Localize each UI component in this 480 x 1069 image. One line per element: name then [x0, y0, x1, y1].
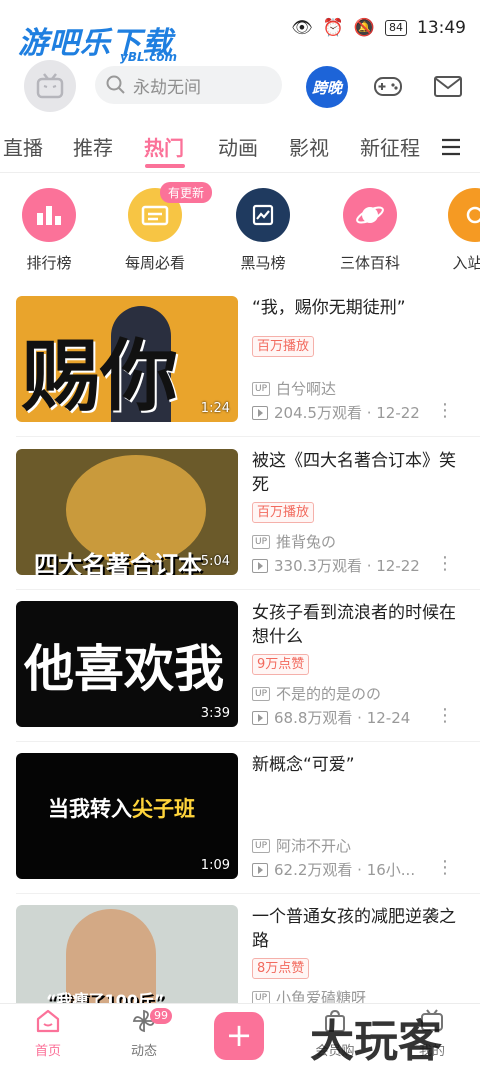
video-duration: 1:24: [200, 401, 230, 416]
shortcut-row: 排行榜 每周必看 有更新 黑马榜 三体百科 入站必: [0, 180, 480, 280]
update-badge: 有更新: [160, 182, 213, 203]
video-thumbnail[interactable]: 赐你 1:24: [16, 296, 238, 422]
video-tag: 8万点赞: [252, 958, 310, 979]
corner-watermark: 大玩客: [310, 1016, 442, 1067]
view-count: 62.2万观看 · 16小...: [252, 859, 415, 880]
divider: [16, 893, 480, 894]
eye-icon: 👁: [291, 18, 313, 38]
mail-icon[interactable]: [432, 70, 464, 102]
play-count-icon: [252, 862, 268, 877]
tab-live[interactable]: 直播: [3, 132, 43, 161]
play-count-icon: [252, 405, 268, 420]
more-options-icon[interactable]: ⋮: [436, 857, 454, 878]
active-tab-indicator: [145, 164, 185, 168]
video-tag: 百万播放: [252, 502, 315, 523]
alarm-icon: ⏰: [322, 18, 344, 38]
video-thumbnail[interactable]: 他喜欢我 3:39: [16, 601, 238, 727]
dark-horse-icon: [236, 188, 290, 242]
clock: 13:49: [417, 18, 466, 38]
menu-icon[interactable]: [440, 136, 462, 158]
nav-home[interactable]: 首页: [13, 1008, 83, 1059]
more-options-icon[interactable]: ⋮: [436, 553, 454, 574]
video-title[interactable]: 新概念“可爱”: [252, 753, 464, 777]
video-thumbnail[interactable]: 四大名著合订本 5:04: [16, 449, 238, 575]
tab-hot[interactable]: 热门: [144, 132, 184, 161]
dynamic-badge: 99: [150, 1008, 172, 1024]
divider: [16, 741, 480, 742]
video-title[interactable]: 女孩子看到流浪者的时候在想什么: [252, 601, 464, 649]
uploader[interactable]: UP 阿沛不开心: [252, 835, 351, 856]
up-icon: UP: [252, 686, 271, 701]
uploader[interactable]: UP 白兮啊达: [252, 378, 336, 399]
tv-mascot-icon: [36, 73, 64, 99]
shortcut-dark-horse[interactable]: 黑马榜: [218, 188, 308, 273]
video-duration: 1:09: [200, 858, 230, 873]
mute-icon: 🔕: [353, 18, 375, 38]
video-title[interactable]: 一个普通女孩的减肥逆袭之路: [252, 905, 464, 953]
planet-icon: [343, 188, 397, 242]
play-count-icon: [252, 558, 268, 573]
play-count-icon: [252, 710, 268, 725]
shortcut-ranking[interactable]: 排行榜: [4, 188, 94, 273]
video-title[interactable]: “我，赐你无期徒刑”: [252, 296, 464, 320]
home-icon: [36, 1009, 60, 1033]
video-card[interactable]: 他喜欢我 3:39 女孩子看到流浪者的时候在想什么 9万点赞 UP 不是的的是のの…: [0, 601, 480, 753]
more-options-icon[interactable]: ⋮: [436, 705, 454, 726]
category-tabs: 直播 推荐 热门 动画 影视 新征程: [0, 120, 480, 173]
uploader[interactable]: UP 不是的的是のの: [252, 683, 381, 704]
up-icon: UP: [252, 838, 271, 853]
status-icons: 👁 ⏰ 🔕 84 13:49: [291, 18, 466, 38]
video-card[interactable]: “我瘦了100斤” 一个普通女孩的减肥逆袭之路 8万点赞 UP 小鱼爱磕糖呀: [0, 905, 480, 1007]
battery-icon: 84: [385, 20, 407, 36]
view-count: 68.8万观看 · 12-24: [252, 707, 410, 728]
tab-anime[interactable]: 动画: [218, 132, 258, 161]
search-icon: [106, 75, 125, 94]
status-bar: 游吧乐下载 yBL.com 👁 ⏰ 🔕 84 13:49: [0, 0, 480, 64]
up-icon: UP: [252, 534, 271, 549]
uploader[interactable]: UP 推背兔の: [252, 531, 336, 552]
divider: [16, 436, 480, 437]
video-card[interactable]: 当我转入尖子班 1:09 新概念“可爱” UP 阿沛不开心 62.2万观看 · 1…: [0, 753, 480, 905]
video-thumbnail[interactable]: “我瘦了100斤”: [16, 905, 238, 1003]
create-post-button[interactable]: +: [214, 1012, 264, 1060]
divider: [16, 589, 480, 590]
video-title[interactable]: 被这《四大名著合订本》笑死: [252, 449, 464, 497]
tab-recommend[interactable]: 推荐: [73, 132, 113, 161]
thumb-caption: 他喜欢我: [24, 640, 224, 698]
video-duration: 3:39: [200, 706, 230, 721]
game-icon[interactable]: [372, 70, 404, 102]
shortcut-three-body[interactable]: 三体百科: [325, 188, 415, 273]
tab-film[interactable]: 影视: [289, 132, 329, 161]
tab-new-journey[interactable]: 新征程: [360, 132, 420, 161]
thumb-caption: “我瘦了100斤”: [46, 991, 165, 1003]
avatar[interactable]: [24, 60, 76, 112]
video-card[interactable]: 四大名著合订本 5:04 被这《四大名著合订本》笑死 百万播放 UP 推背兔の 3…: [0, 449, 480, 601]
top-header: 永劫无间 跨晚: [0, 58, 480, 120]
search-placeholder: 永劫无间: [133, 77, 201, 98]
search-input[interactable]: 永劫无间: [95, 66, 282, 104]
video-tag: 百万播放: [252, 336, 315, 357]
entry-icon: [448, 188, 480, 242]
view-count: 330.3万观看 · 12-22: [252, 555, 420, 576]
up-icon: UP: [252, 381, 271, 396]
video-thumbnail[interactable]: 当我转入尖子班 1:09: [16, 753, 238, 879]
promo-button[interactable]: 跨晚: [306, 66, 348, 108]
ranking-icon: [22, 188, 76, 242]
view-count: 204.5万观看 · 12-22: [252, 402, 420, 423]
thumb-caption: 四大名著合订本: [34, 551, 202, 575]
video-duration: 5:04: [200, 554, 230, 569]
video-card[interactable]: 赐你 1:24 “我，赐你无期徒刑” 百万播放 UP 白兮啊达 204.5万观看 …: [0, 296, 480, 448]
more-options-icon[interactable]: ⋮: [436, 400, 454, 421]
shortcut-entry[interactable]: 入站必: [430, 188, 480, 273]
thumb-caption: 赐你: [22, 332, 179, 422]
video-tag: 9万点赞: [252, 654, 310, 675]
thumb-caption: 当我转入尖子班: [48, 797, 195, 821]
